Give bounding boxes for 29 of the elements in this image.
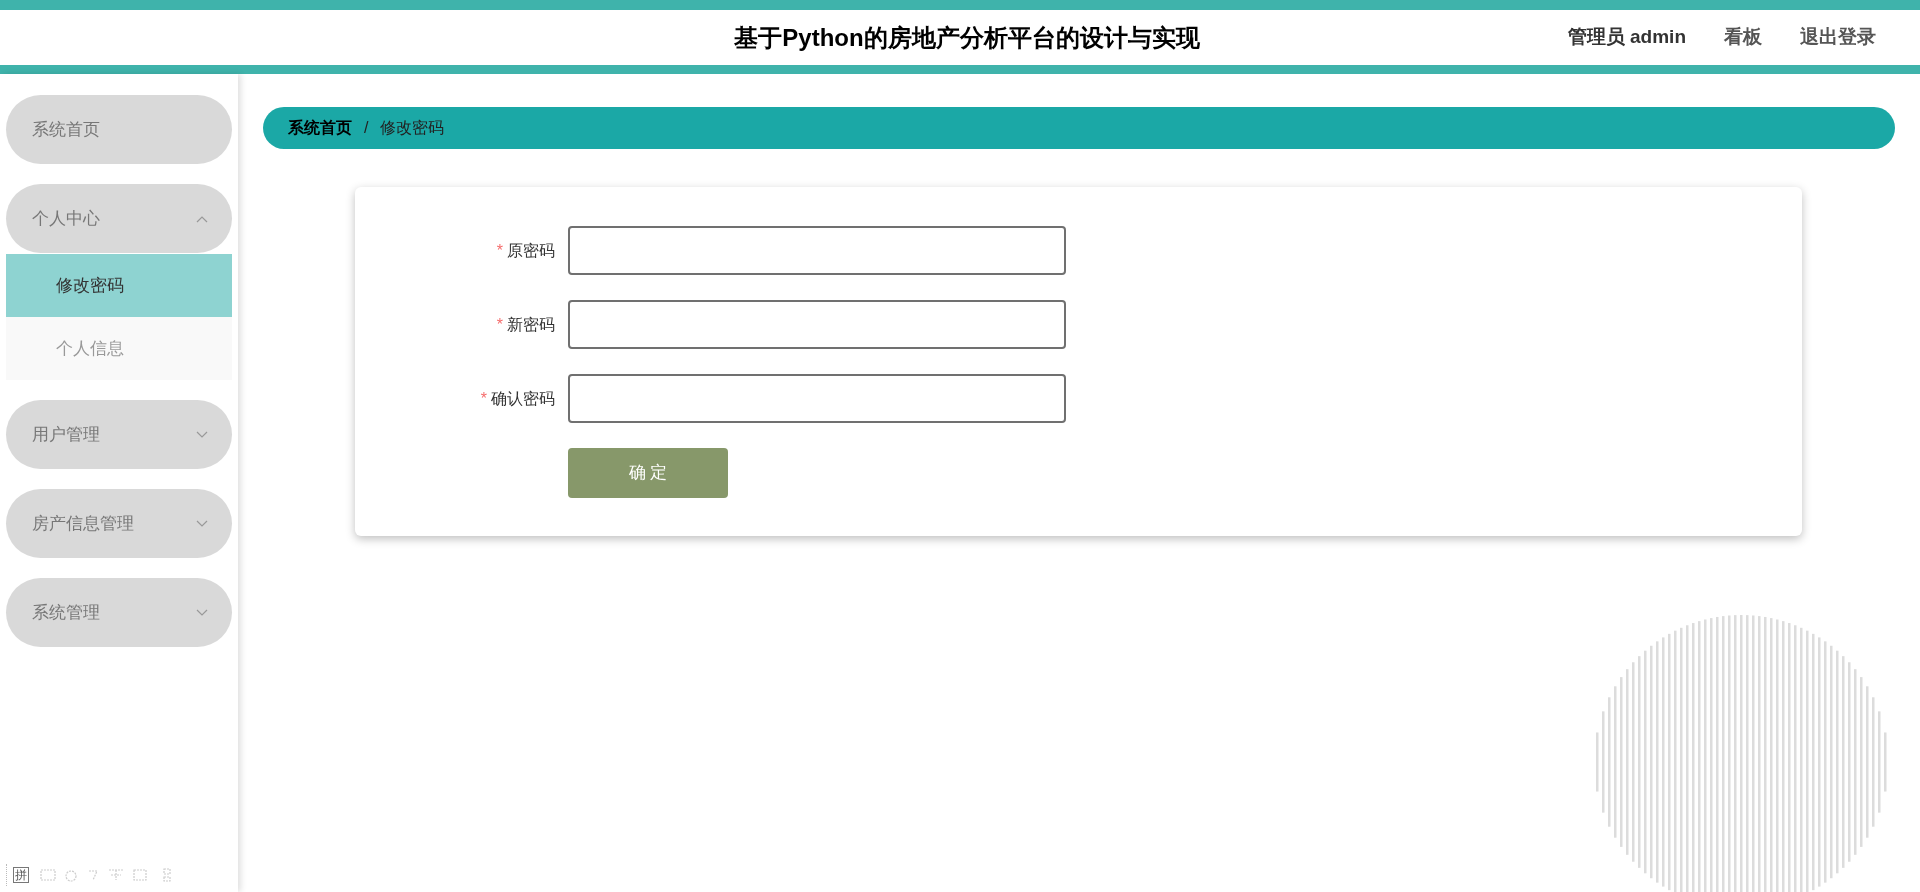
breadcrumb-link[interactable]: 系统首页 <box>288 116 352 140</box>
chevron-down-icon <box>196 608 208 617</box>
input-mode-indicator[interactable]: 拼 <box>13 867 29 883</box>
breadcrumb-link[interactable]: 修改密码 <box>380 116 445 140</box>
header-link[interactable]: 退出登录 <box>1800 23 1876 52</box>
menu-item[interactable]: 系统首页 <box>6 95 232 164</box>
field-label: 原密码 <box>507 240 555 261</box>
menu-item[interactable]: 房产信息管理 <box>6 489 232 558</box>
user-label: 管理员 admin <box>1567 25 1686 50</box>
menu-item[interactable]: 个人中心 <box>6 184 232 253</box>
required-mark: * <box>480 388 487 409</box>
password-field[interactable] <box>568 226 1066 275</box>
chevron-down-icon <box>196 519 208 528</box>
menu-item[interactable]: 用户管理 <box>6 400 232 469</box>
header-link[interactable]: 看板 <box>1724 23 1762 52</box>
chevron-down-icon <box>196 430 208 439</box>
breadcrumb-separator: / <box>364 118 369 138</box>
app-title: 基于Python的房地产分析平台的设计与实现 <box>733 22 1201 53</box>
submenu-item[interactable]: 修改密码 <box>6 254 232 317</box>
field-label: 新密码 <box>507 314 555 335</box>
password-field[interactable] <box>568 300 1066 349</box>
confirm-button[interactable]: 确 定 <box>568 448 728 498</box>
chevron-up-icon <box>196 214 208 223</box>
password-field[interactable] <box>568 374 1066 423</box>
required-mark: * <box>496 240 503 261</box>
required-mark: * <box>496 314 503 335</box>
field-label: 确认密码 <box>491 388 555 409</box>
menu-item[interactable]: 系统管理 <box>6 578 232 647</box>
submenu-item[interactable]: 个人信息 <box>6 317 232 380</box>
